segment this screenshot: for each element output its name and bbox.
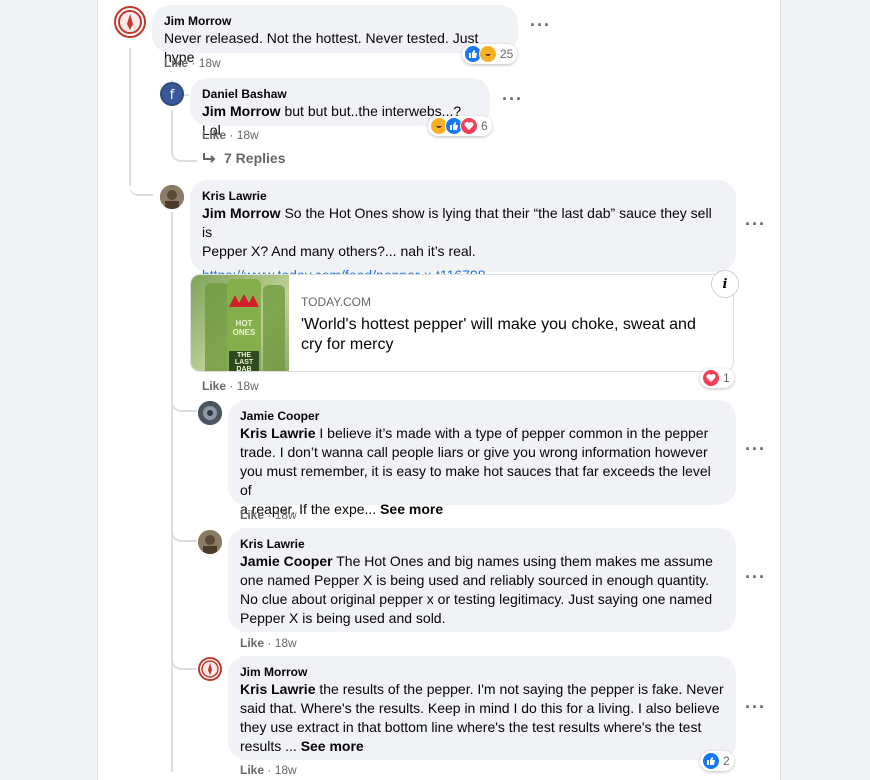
view-replies-button[interactable]: 7 Replies xyxy=(202,150,285,166)
bottle-brand: HOT ONES xyxy=(232,319,256,337)
comment-meta: Like · 18w xyxy=(202,128,259,142)
comment-text: Kris Lawrie the results of the pepper. I… xyxy=(240,681,724,697)
bottle-label: THE LAST DAB xyxy=(229,351,259,371)
timestamp[interactable]: 18w xyxy=(275,508,297,522)
mention-link[interactable]: Kris Lawrie xyxy=(240,681,315,697)
mention-link[interactable]: Jim Morrow xyxy=(202,205,281,221)
reaction-count: 25 xyxy=(500,47,514,61)
link-preview-image: HOT ONES THE LAST DAB xyxy=(191,275,289,371)
like-button[interactable]: Like xyxy=(164,56,188,70)
comment-text: Kris Lawrie I believe it’s made with a t… xyxy=(240,425,709,441)
link-preview-title[interactable]: 'World's hottest pepper' will make you c… xyxy=(301,315,721,355)
comment-text: trade. I don’t wanna call people liars o… xyxy=(240,444,708,460)
more-options-icon[interactable]: ··· xyxy=(502,90,523,108)
comment-text: you must remember, it is easy to make ho… xyxy=(240,463,711,498)
comment-text: one named Pepper X is being used and rel… xyxy=(240,572,710,588)
mention-link[interactable]: Kris Lawrie xyxy=(240,425,315,441)
comment-meta: Like · 18w xyxy=(240,636,297,650)
like-button[interactable]: Like xyxy=(202,379,226,393)
mention-link[interactable]: Jamie Cooper xyxy=(240,553,333,569)
comment-text: a reaper. If the expe... See more xyxy=(240,501,444,517)
info-icon[interactable]: i xyxy=(711,270,739,298)
reaction-count: 6 xyxy=(481,119,488,133)
mention-link[interactable]: Jim Morrow xyxy=(202,103,281,119)
avatar[interactable] xyxy=(198,657,222,681)
comment-text: they use extract in that bottom line whe… xyxy=(240,719,702,735)
comment-author[interactable]: Kris Lawrie xyxy=(202,188,724,204)
like-button[interactable]: Like xyxy=(202,128,226,142)
thread-connector xyxy=(171,656,197,670)
thread-connector xyxy=(171,140,197,162)
comment-bubble: Jim Morrow Never released. Not the hotte… xyxy=(152,5,518,65)
haha-reaction-icon xyxy=(479,45,497,63)
sauce-bottle xyxy=(263,285,285,371)
thread-line xyxy=(129,48,131,186)
link-preview-card[interactable]: HOT ONES THE LAST DAB TODAY.COM 'World's… xyxy=(190,274,734,372)
love-reaction-icon xyxy=(702,369,720,387)
comment-meta: Like · 18w xyxy=(240,508,297,522)
comment-meta: Like · 18w xyxy=(202,379,259,393)
thread-connector xyxy=(171,398,197,412)
reaction-summary[interactable]: 2 xyxy=(700,751,734,771)
reaction-summary[interactable]: 6 xyxy=(428,116,492,136)
flame-logo-icon xyxy=(229,294,259,307)
comment-text: Jim Morrow So the Hot Ones show is lying… xyxy=(202,205,712,240)
comment-text: results ... See more xyxy=(240,738,364,754)
more-options-icon[interactable]: ··· xyxy=(530,16,551,34)
more-options-icon[interactable]: ··· xyxy=(745,568,766,586)
comment-bubble: Kris Lawrie Jamie Cooper The Hot Ones an… xyxy=(228,528,736,632)
comment-meta: Like · 18w xyxy=(164,56,221,70)
comment-bubble: Jim Morrow Kris Lawrie the results of th… xyxy=(228,656,736,760)
comment-author[interactable]: Jamie Cooper xyxy=(240,408,724,424)
see-more-link[interactable]: See more xyxy=(380,501,443,517)
avatar[interactable] xyxy=(198,401,222,425)
reaction-summary[interactable]: 25 xyxy=(462,44,518,64)
comment-author[interactable]: Jim Morrow xyxy=(240,664,724,680)
avatar[interactable] xyxy=(198,530,222,554)
timestamp[interactable]: 18w xyxy=(275,763,297,777)
avatar[interactable] xyxy=(114,6,146,38)
link-preview-site: TODAY.COM xyxy=(301,295,372,309)
comment-text: No clue about original pepper x or testi… xyxy=(240,591,713,607)
avatar[interactable]: f xyxy=(160,82,184,106)
comment-text: said that. Where's the results. Keep in … xyxy=(240,700,720,716)
comment-text: Pepper X is being used and sold. xyxy=(240,610,446,626)
comment-text: Pepper X? And many others?... nah it’s r… xyxy=(202,243,476,259)
svg-text:f: f xyxy=(170,88,175,103)
reaction-count: 1 xyxy=(723,371,730,385)
more-options-icon[interactable]: ··· xyxy=(745,698,766,716)
sauce-bottle xyxy=(205,283,229,371)
replies-count-label: 7 Replies xyxy=(224,150,286,166)
thread-connector xyxy=(171,528,197,542)
like-reaction-icon xyxy=(702,752,720,770)
comment-bubble: Jamie Cooper Kris Lawrie I believe it’s … xyxy=(228,400,736,517)
more-options-icon[interactable]: ··· xyxy=(745,440,766,458)
like-button[interactable]: Like xyxy=(240,508,264,522)
reaction-summary[interactable]: 1 xyxy=(700,368,734,388)
reply-arrow-icon xyxy=(203,153,216,163)
timestamp[interactable]: 18w xyxy=(237,128,259,142)
timestamp[interactable]: 18w xyxy=(237,379,259,393)
comment-bubble: Kris Lawrie Jim Morrow So the Hot Ones s… xyxy=(190,180,736,283)
reaction-count: 2 xyxy=(723,754,730,768)
timestamp[interactable]: 18w xyxy=(275,636,297,650)
thread-connector xyxy=(129,180,153,196)
comment-author[interactable]: Kris Lawrie xyxy=(240,536,724,552)
timestamp[interactable]: 18w xyxy=(199,56,221,70)
comment-author[interactable]: Jim Morrow xyxy=(164,13,506,29)
like-button[interactable]: Like xyxy=(240,636,264,650)
comment-text: Jamie Cooper The Hot Ones and big names … xyxy=(240,553,713,569)
comment-author[interactable]: Daniel Bashaw xyxy=(202,86,478,102)
see-more-link[interactable]: See more xyxy=(301,738,364,754)
love-reaction-icon xyxy=(460,117,478,135)
thread-line xyxy=(171,212,173,772)
like-button[interactable]: Like xyxy=(240,763,264,777)
avatar[interactable] xyxy=(160,185,184,209)
comment-meta: Like · 18w xyxy=(240,763,297,777)
more-options-icon[interactable]: ··· xyxy=(745,215,766,233)
